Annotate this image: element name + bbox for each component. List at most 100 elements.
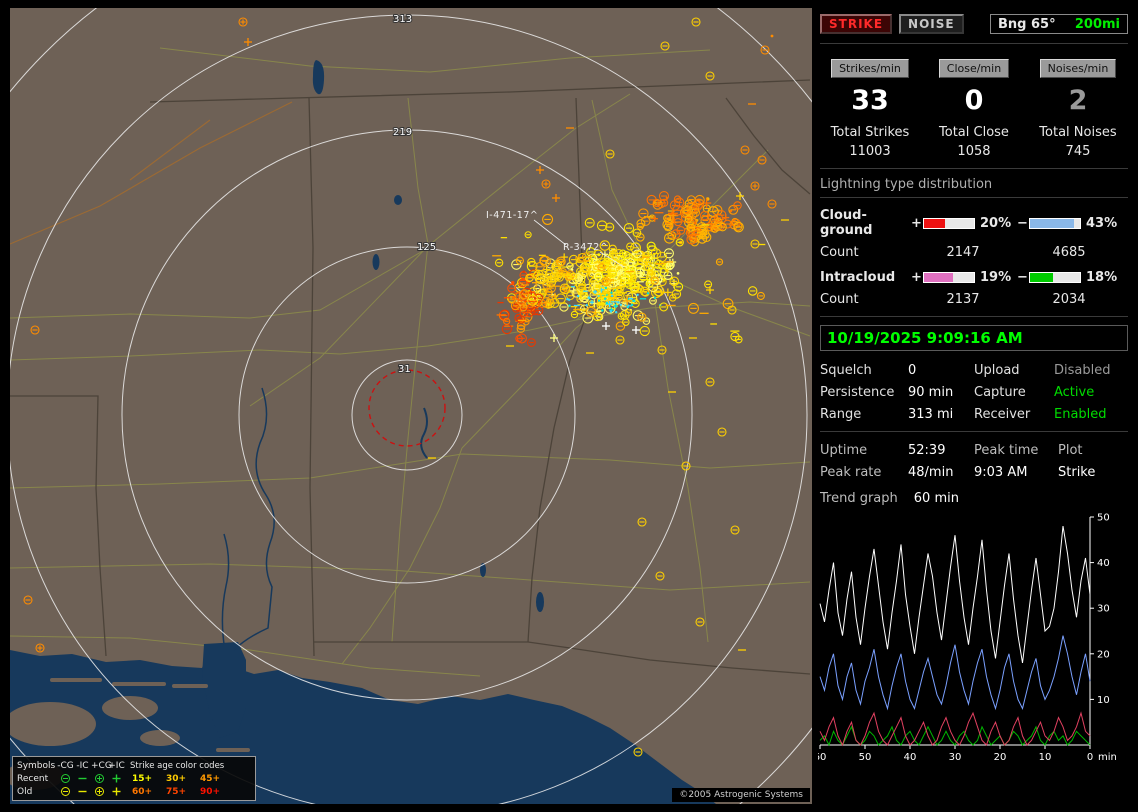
ic-plus-percent: 19% [980, 270, 1012, 285]
close-per-min-button[interactable]: Close/min [938, 59, 1010, 78]
bearing-range-display: Bng 65° 200mi [990, 14, 1128, 34]
datetime-display: 10/19/2025 9:09:16 AM [820, 325, 1128, 351]
cloud-ground-row: Cloud-ground + 20% − 43% [820, 208, 1128, 238]
svg-text:60: 60 [818, 752, 826, 763]
stats-grid: Uptime 52:39 Peak time Plot Peak rate 48… [820, 443, 1128, 480]
minus-icon [74, 785, 91, 798]
total-close-label: Total Close [939, 125, 1009, 140]
bearing-value: Bng 65° [998, 16, 1056, 32]
map-legend: Symbols -CG -IC +CG +IC Strike age color… [12, 756, 256, 801]
range-setting-value: 313 mi [908, 407, 954, 422]
squelch-label: Squelch [820, 363, 872, 378]
lake-2 [372, 254, 380, 270]
total-noises-value: 745 [1065, 144, 1091, 159]
receiver-label: Receiver [974, 407, 1031, 422]
persistence-label: Persistence [820, 385, 895, 400]
cg-plus-percent: 20% [980, 215, 1012, 231]
divider [820, 43, 1128, 44]
upload-status: Disabled [1054, 363, 1111, 378]
svg-text:30: 30 [949, 752, 962, 763]
intracloud-label: Intracloud [820, 270, 896, 285]
cloud-ground-label: Cloud-ground [820, 208, 873, 238]
noises-per-min-button[interactable]: Noises/min [1039, 59, 1117, 78]
cloud-ground-count-row: Count 2147 4685 [820, 245, 1128, 260]
settings-grid: Squelch 0 Upload Disabled Persistence 90… [820, 363, 1128, 422]
plus-sign: + [911, 215, 922, 231]
capture-label: Capture [974, 385, 1026, 400]
cg-plus-bar [923, 217, 975, 229]
receiver-status: Enabled [1054, 407, 1107, 422]
svg-text:10: 10 [1039, 752, 1052, 763]
trend-graph-label: Trend graph [820, 491, 898, 506]
circle-plus-icon [91, 772, 108, 785]
svg-text:min: min [1098, 752, 1117, 763]
age-75: 75+ [165, 786, 187, 797]
total-noises-label: Total Noises [1039, 125, 1117, 140]
divider [820, 316, 1128, 317]
count-label: Count [820, 292, 859, 307]
trend-header: Trend graph 60 min [820, 491, 1128, 506]
legend-recent-label: Recent [17, 773, 49, 784]
peak-rate-value: 48/min [908, 465, 954, 480]
cg-minus-bar [1029, 217, 1081, 229]
noise-button[interactable]: NOISE [899, 14, 964, 34]
range-value: 200mi [1074, 16, 1120, 32]
age-45: 45+ [199, 773, 221, 784]
legend-symbols-header: Symbols [17, 760, 56, 771]
cg-plus-count: 2147 [946, 245, 980, 260]
uptime-value: 52:39 [908, 443, 946, 458]
plus-sign: + [911, 270, 922, 285]
ic-minus-bar [1029, 272, 1081, 283]
legend-col-pos-cg: +CG [91, 760, 112, 771]
legend-col-neg-ic: -IC [76, 760, 89, 771]
svg-text:20: 20 [1097, 649, 1110, 660]
age-60: 60+ [131, 786, 153, 797]
divider [820, 168, 1128, 169]
plus-icon [108, 785, 125, 798]
strike-button[interactable]: STRIKE [820, 14, 893, 34]
circle-plus-icon [91, 785, 108, 798]
svg-text:R-3472^: R-3472^ [563, 242, 608, 253]
cg-minus-count: 4685 [1052, 245, 1086, 260]
legend-old-label: Old [17, 786, 33, 797]
map-view[interactable]: 313 219 125 31 I-471-17^ R-3472^ Symbols -CG … [10, 8, 812, 804]
total-strikes-label: Total Strikes [830, 125, 910, 140]
circle-minus-icon [57, 772, 74, 785]
svg-text:50: 50 [859, 752, 872, 763]
plot-label: Plot [1058, 443, 1083, 458]
intracloud-row: Intracloud + 19% − 18% [820, 270, 1128, 285]
svg-text:0: 0 [1087, 752, 1093, 763]
svg-text:40: 40 [1097, 558, 1110, 569]
legend-col-pos-ic: +IC [108, 760, 125, 771]
svg-text:10: 10 [1097, 695, 1110, 706]
ic-minus-percent: 18% [1086, 270, 1118, 285]
total-strikes-value: 11003 [849, 144, 891, 159]
copyright-notice: ©2005 Astrogenic Systems [672, 788, 810, 802]
svg-text:30: 30 [1097, 604, 1110, 615]
distribution-title: Lightning type distribution [820, 177, 1128, 198]
svg-text:313: 313 [393, 14, 412, 25]
trend-window-value: 60 min [913, 491, 959, 506]
lake-4 [536, 592, 544, 612]
peak-time-label: Peak time [974, 443, 1039, 458]
minus-sign: − [1017, 270, 1028, 285]
legend-age-header: Strike age color codes [130, 760, 225, 771]
count-label: Count [820, 245, 859, 260]
status-panel: STRIKE NOISE Bng 65° 200mi Strikes/min C… [818, 0, 1130, 812]
app-window: 313 219 125 31 I-471-17^ R-3472^ Symbols -CG … [0, 0, 1138, 812]
ic-plus-bar [923, 272, 975, 283]
svg-text:219: 219 [393, 127, 412, 138]
svg-text:50: 50 [1097, 513, 1110, 524]
divider [820, 431, 1128, 432]
strikes-per-min-value: 33 [851, 85, 889, 116]
svg-text:125: 125 [417, 242, 436, 253]
range-setting-label: Range [820, 407, 862, 422]
lightning-map[interactable]: 313 219 125 31 I-471-17^ R-3472^ [10, 8, 812, 804]
intracloud-count-row: Count 2137 2034 [820, 292, 1128, 307]
svg-text:31: 31 [398, 364, 411, 375]
circle-minus-icon [57, 785, 74, 798]
svg-text:20: 20 [994, 752, 1007, 763]
upload-label: Upload [974, 363, 1020, 378]
strikes-per-min-button[interactable]: Strikes/min [831, 59, 909, 78]
persistence-value: 90 min [908, 385, 954, 400]
